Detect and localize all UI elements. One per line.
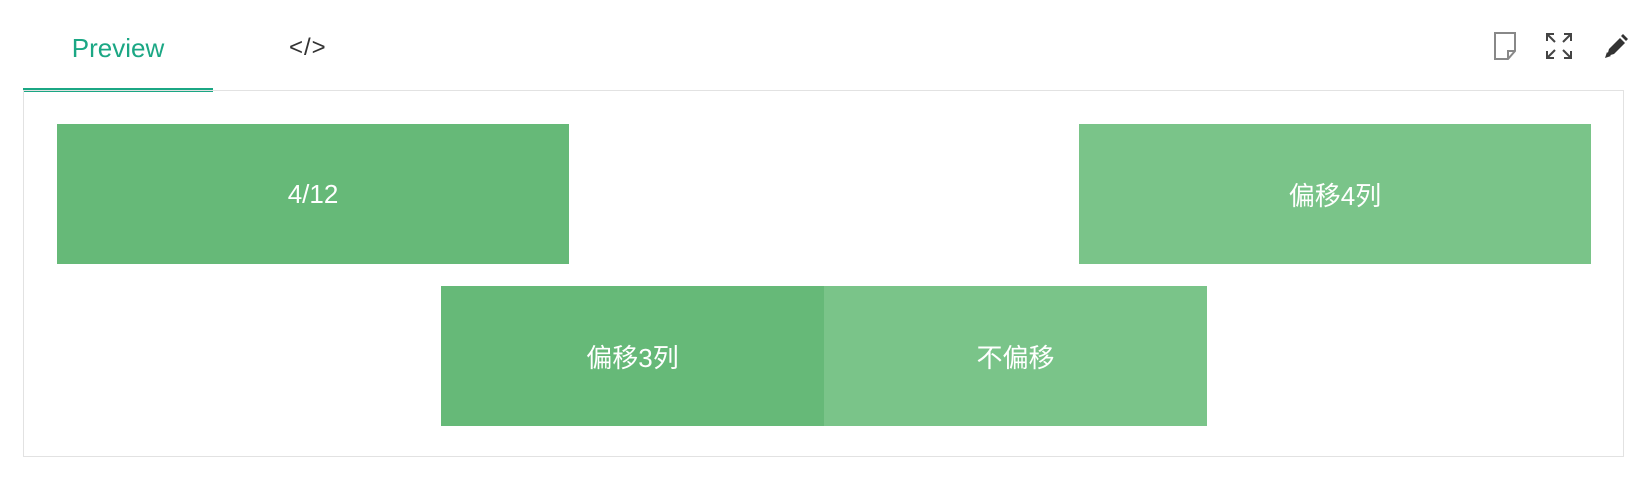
- code-icon: </>: [289, 34, 327, 61]
- tab-bar: Preview </>: [23, 0, 326, 92]
- tab-preview-label: Preview: [71, 33, 165, 63]
- grid-col-label: 不偏移: [976, 342, 1055, 373]
- note-icon[interactable]: [1489, 30, 1521, 62]
- grid-col-offset-4: 偏移4列: [1079, 124, 1591, 264]
- edit-icon[interactable]: [1599, 30, 1631, 62]
- preview-panel: 4/12 偏移4列 偏移3列 不偏移: [23, 90, 1624, 457]
- tab-preview[interactable]: Preview: [23, 0, 213, 92]
- fullscreen-icon[interactable]: [1543, 30, 1575, 62]
- tab-code[interactable]: </>: [289, 0, 339, 92]
- grid-col-offset-3: 偏移3列: [441, 286, 824, 426]
- grid-col-label: 偏移4列: [1288, 180, 1382, 211]
- grid-col-label: 4/12: [287, 178, 339, 209]
- grid-col-no-offset: 不偏移: [824, 286, 1207, 426]
- grid-col-4-of-12: 4/12: [57, 124, 569, 264]
- grid-col-label: 偏移3列: [586, 342, 679, 373]
